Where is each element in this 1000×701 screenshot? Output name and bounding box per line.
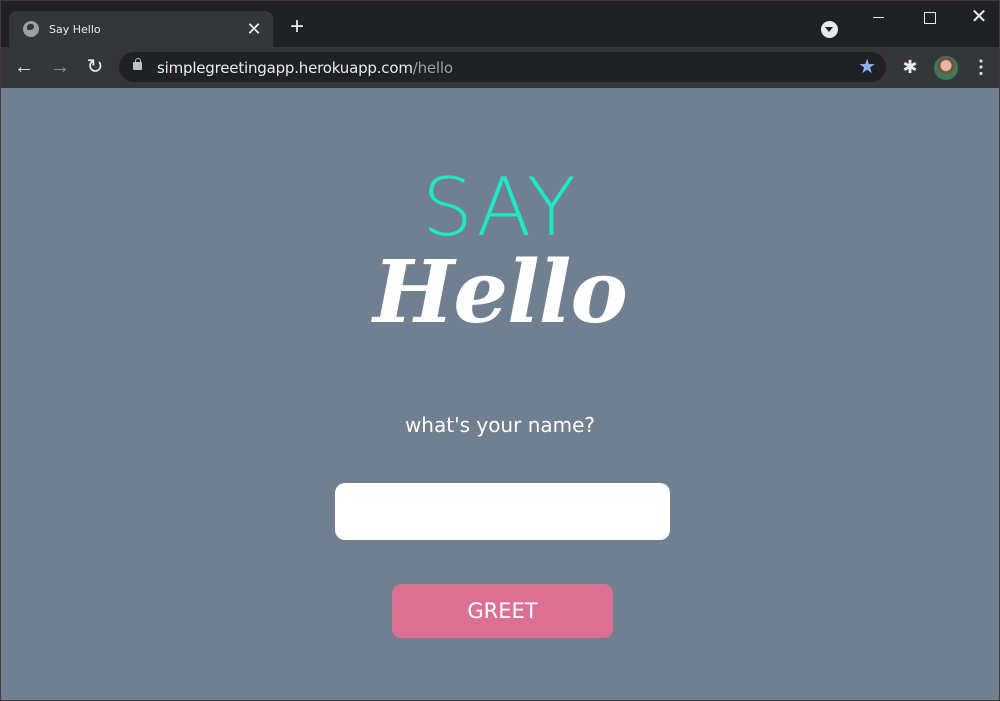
bookmark-star-icon[interactable]: ★: [858, 55, 876, 79]
lock-icon[interactable]: [133, 58, 142, 70]
tab-title: Say Hello: [49, 23, 101, 36]
tab-strip: Say Hello ✕ + ✕: [0, 0, 1000, 48]
address-bar[interactable]: simplegreetingapp.herokuapp.com/hello ★: [119, 52, 886, 82]
forward-arrow-icon[interactable]: →: [46, 53, 74, 81]
name-prompt: what's your name?: [404, 413, 596, 437]
globe-icon: [23, 21, 39, 37]
extensions-puzzle-icon[interactable]: ✱: [899, 56, 921, 78]
maximize-button[interactable]: [906, 5, 952, 31]
browser-toolbar: ← → ↻ simplegreetingapp.herokuapp.com/he…: [0, 47, 1000, 88]
close-tab-icon[interactable]: ✕: [243, 18, 265, 40]
profile-avatar[interactable]: [934, 56, 958, 80]
name-input[interactable]: [335, 483, 670, 540]
url-text[interactable]: simplegreetingapp.herokuapp.com/hello: [157, 59, 453, 77]
url-host: simplegreetingapp.herokuapp.com: [157, 59, 413, 77]
page-content: SAY Hello what's your name? GREET: [0, 88, 1000, 701]
logo-hello: Hello: [373, 242, 628, 343]
tab-say-hello[interactable]: Say Hello ✕: [9, 11, 273, 48]
url-path: /hello: [412, 59, 453, 77]
greet-button[interactable]: GREET: [392, 584, 613, 638]
minimize-button[interactable]: [856, 5, 902, 31]
tab-search-icon[interactable]: [821, 21, 838, 38]
close-window-button[interactable]: ✕: [956, 5, 1000, 31]
back-arrow-icon[interactable]: ←: [10, 53, 38, 81]
new-tab-button[interactable]: +: [285, 15, 309, 40]
reload-icon[interactable]: ↻: [81, 53, 109, 81]
browser-menu-icon[interactable]: ⋮: [971, 55, 991, 79]
